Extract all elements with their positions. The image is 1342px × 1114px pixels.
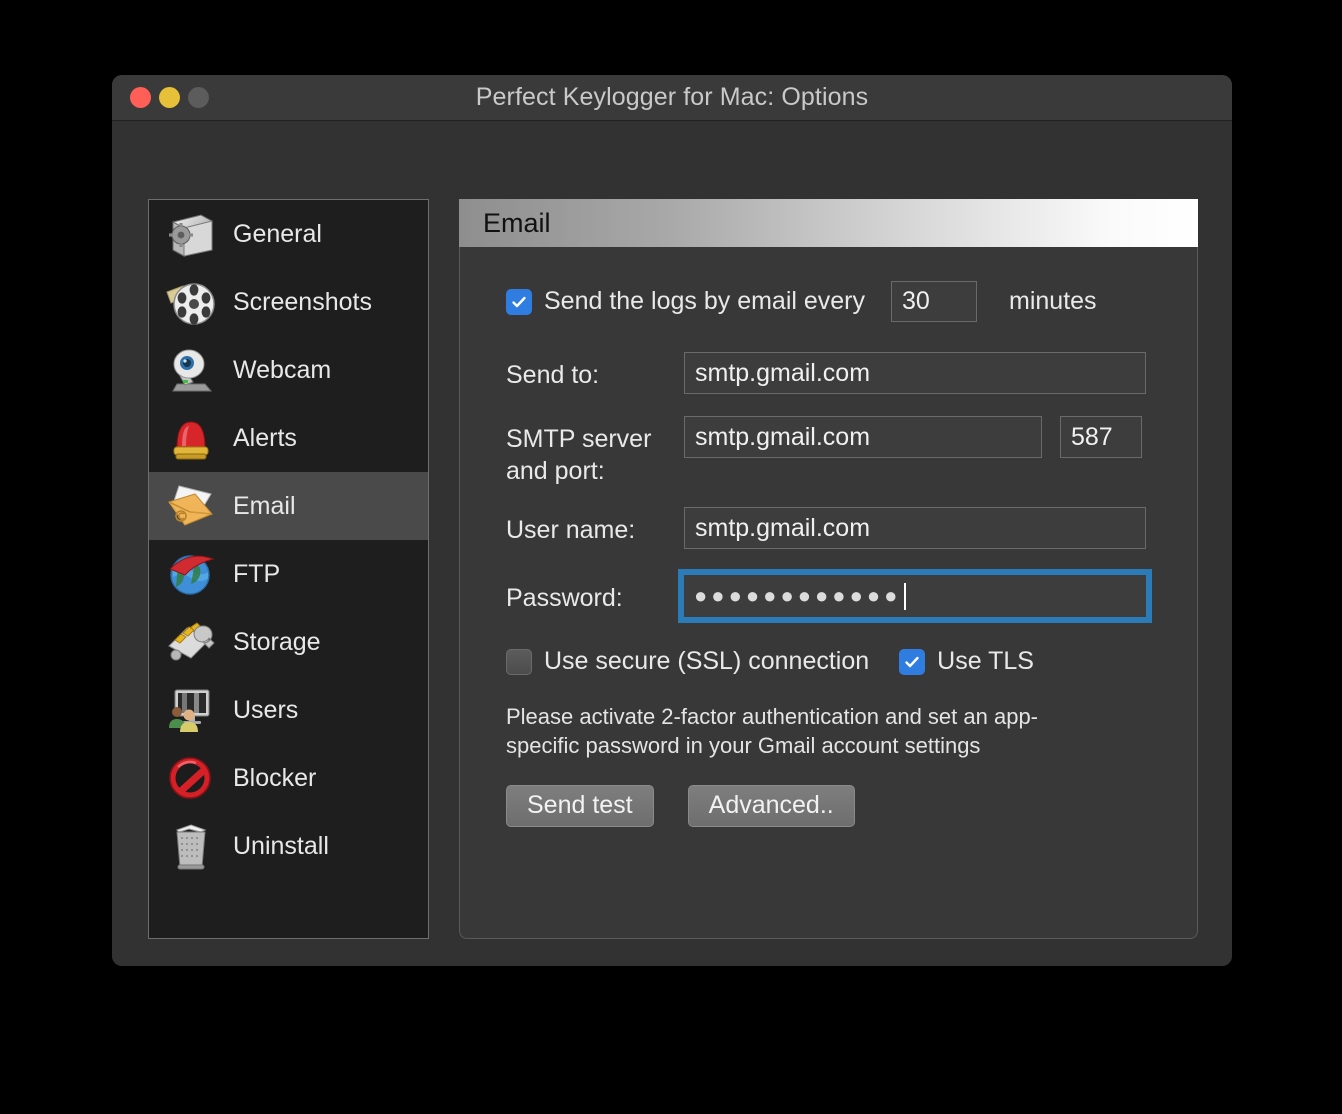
film-reel-icon bbox=[163, 274, 219, 330]
siren-icon bbox=[163, 410, 219, 466]
sidebar-item-label: Webcam bbox=[233, 356, 331, 385]
content-panel: Email Send the logs by email every 30 mi… bbox=[459, 199, 1198, 939]
sidebar-item-users[interactable]: Users bbox=[149, 676, 428, 744]
sidebar-item-ftp[interactable]: FTP bbox=[149, 540, 428, 608]
panel-content-box: Send the logs by email every 30 minutes … bbox=[459, 247, 1198, 939]
no-entry-icon bbox=[163, 750, 219, 806]
sidebar-item-label: Storage bbox=[233, 628, 321, 657]
tls-label: Use TLS bbox=[937, 647, 1034, 676]
sidebar-item-label: FTP bbox=[233, 560, 280, 589]
check-icon bbox=[903, 653, 921, 671]
send-to-label: Send to: bbox=[506, 352, 684, 391]
action-buttons-row: Send test Advanced.. bbox=[506, 785, 1159, 827]
sidebar-item-general[interactable]: General bbox=[149, 200, 428, 268]
sidebar-item-screenshots[interactable]: Screenshots bbox=[149, 268, 428, 336]
security-options-row: Use secure (SSL) connection Use TLS bbox=[506, 647, 1159, 676]
send-to-row: Send to: smtp.gmail.com bbox=[506, 352, 1159, 394]
options-window: Perfect Keylogger for Mac: Options bbox=[112, 75, 1232, 966]
ssl-checkbox[interactable] bbox=[506, 649, 532, 675]
smtp-port-input[interactable]: 587 bbox=[1060, 416, 1142, 458]
minimize-button-icon[interactable] bbox=[159, 87, 180, 108]
window-title: Perfect Keylogger for Mac: Options bbox=[112, 83, 1232, 112]
sidebar-item-blocker[interactable]: Blocker bbox=[149, 744, 428, 812]
text-caret bbox=[904, 583, 906, 610]
sidebar-item-alerts[interactable]: Alerts bbox=[149, 404, 428, 472]
sidebar: General bbox=[148, 199, 429, 939]
password-input[interactable]: ●●●●●●●●●●●● bbox=[684, 575, 1146, 617]
password-masked-value: ●●●●●●●●●●●● bbox=[694, 583, 901, 609]
sidebar-item-webcam[interactable]: Webcam bbox=[149, 336, 428, 404]
ssl-label: Use secure (SSL) connection bbox=[544, 647, 869, 676]
envelope-icon bbox=[163, 478, 219, 534]
gear-box-icon bbox=[163, 206, 219, 262]
smtp-label: SMTP server and port: bbox=[506, 416, 684, 487]
sidebar-item-label: Email bbox=[233, 492, 296, 521]
password-row: Password: ●●●●●●●●●●●● bbox=[506, 575, 1159, 617]
password-label: Password: bbox=[506, 575, 684, 614]
smtp-server-input[interactable]: smtp.gmail.com bbox=[684, 416, 1042, 458]
username-row: User name: smtp.gmail.com bbox=[506, 507, 1159, 549]
traffic-light-group bbox=[130, 87, 209, 108]
sidebar-item-label: Users bbox=[233, 696, 298, 725]
interval-input[interactable]: 30 bbox=[891, 281, 977, 322]
send-test-button[interactable]: Send test bbox=[506, 785, 654, 827]
send-to-input[interactable]: smtp.gmail.com bbox=[684, 352, 1146, 394]
check-icon bbox=[510, 293, 528, 311]
panel-tab-email[interactable]: Email bbox=[459, 199, 1198, 247]
sidebar-item-label: Blocker bbox=[233, 764, 316, 793]
tls-checkbox[interactable] bbox=[899, 649, 925, 675]
advanced-button[interactable]: Advanced.. bbox=[688, 785, 855, 827]
sidebar-item-uninstall[interactable]: Uninstall bbox=[149, 812, 428, 880]
help-text: Please activate 2-factor authentication … bbox=[506, 702, 1106, 761]
close-button-icon[interactable] bbox=[130, 87, 151, 108]
title-bar: Perfect Keylogger for Mac: Options bbox=[112, 75, 1232, 121]
globe-icon bbox=[163, 546, 219, 602]
send-logs-checkbox[interactable] bbox=[506, 289, 532, 315]
sidebar-item-storage[interactable]: Storage bbox=[149, 608, 428, 676]
sidebar-item-label: General bbox=[233, 220, 322, 249]
trash-icon bbox=[163, 818, 219, 874]
minutes-label: minutes bbox=[1009, 287, 1097, 316]
window-body: General bbox=[112, 121, 1232, 966]
webcam-icon bbox=[163, 342, 219, 398]
send-logs-label: Send the logs by email every bbox=[544, 287, 865, 316]
sidebar-item-email[interactable]: Email bbox=[149, 472, 428, 540]
username-input[interactable]: smtp.gmail.com bbox=[684, 507, 1146, 549]
smtp-row: SMTP server and port: smtp.gmail.com 587 bbox=[506, 416, 1159, 487]
wrench-icon bbox=[163, 614, 219, 670]
sidebar-item-label: Alerts bbox=[233, 424, 297, 453]
users-icon bbox=[163, 682, 219, 738]
zoom-button-icon[interactable] bbox=[188, 87, 209, 108]
panel-tab-label: Email bbox=[483, 208, 551, 239]
send-logs-row: Send the logs by email every 30 minutes bbox=[506, 281, 1159, 322]
sidebar-item-label: Uninstall bbox=[233, 832, 329, 861]
sidebar-item-label: Screenshots bbox=[233, 288, 372, 317]
username-label: User name: bbox=[506, 507, 684, 546]
